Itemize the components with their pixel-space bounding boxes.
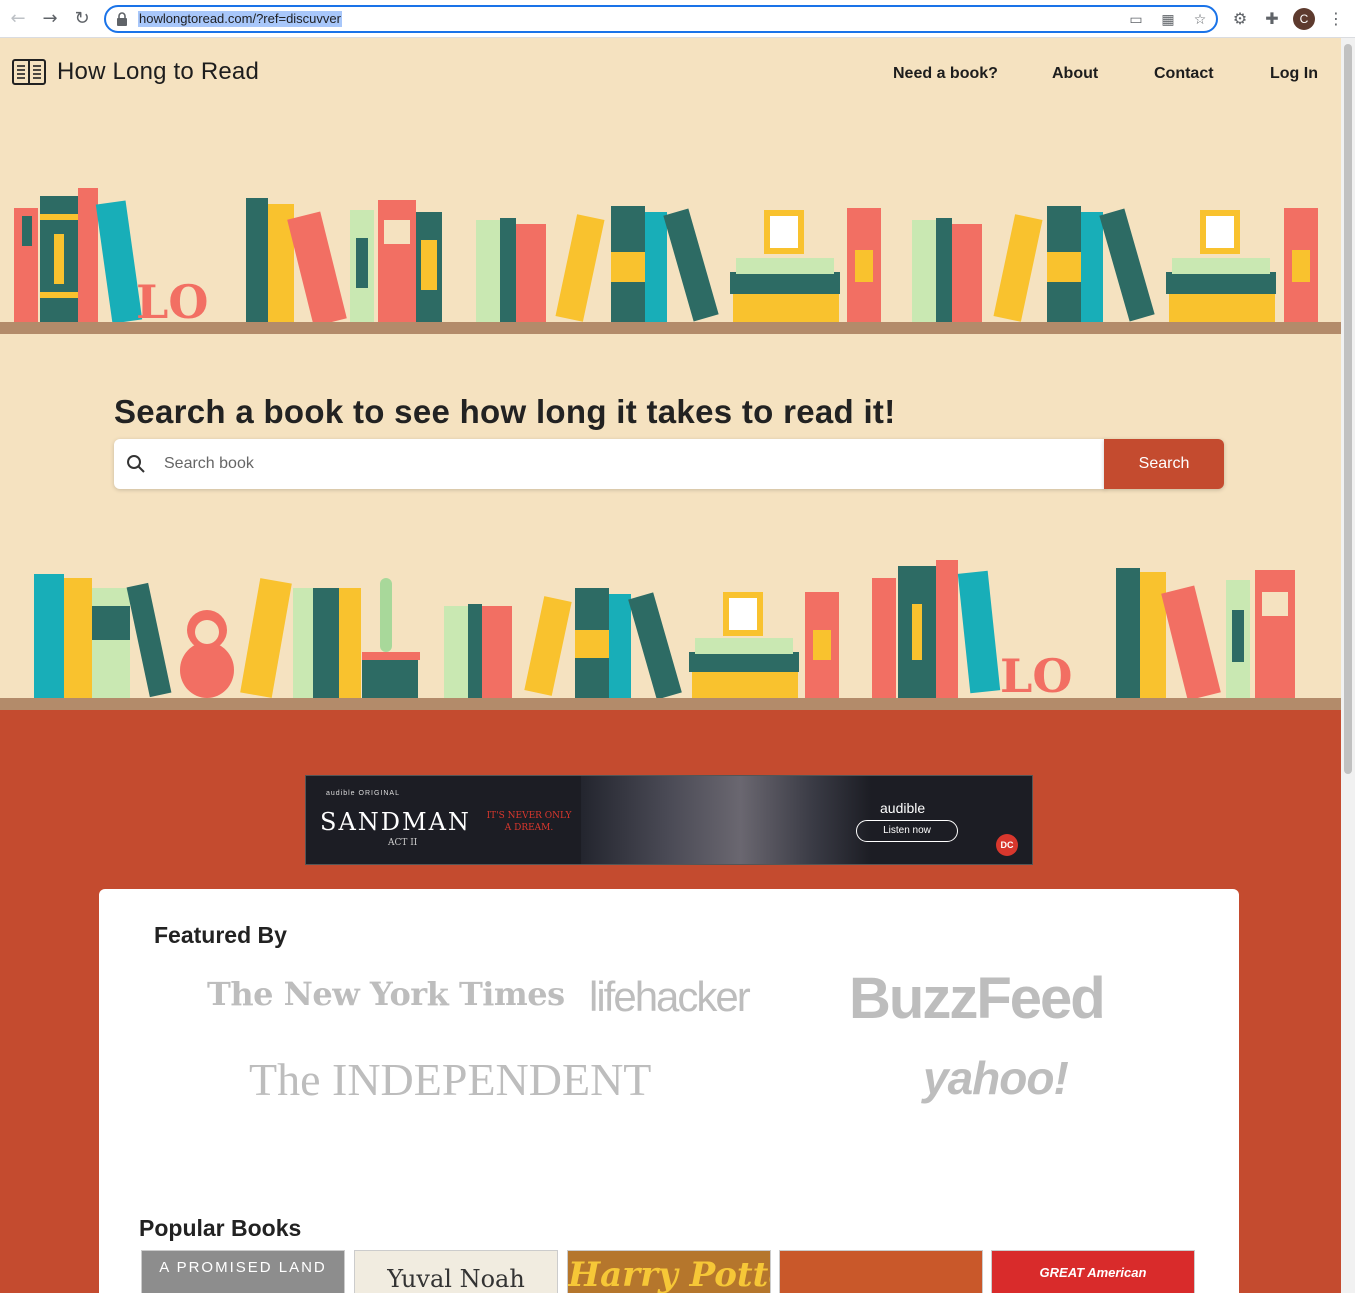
hero-section: How Long to Read Need a book? About Cont…	[0, 38, 1341, 710]
ad-subtitle: ACT II	[388, 838, 418, 848]
address-bar[interactable]: howlongtoread.com/?ref=discuvver ▭ ▦ ☆	[104, 5, 1218, 33]
nav-need-a-book[interactable]: Need a book?	[893, 65, 998, 83]
bottom-shelf-plank	[0, 698, 1341, 710]
yahoo-logo: yahoo!	[923, 1052, 1069, 1104]
hero-headline: Search a book to see how long it takes t…	[114, 393, 896, 430]
page: How Long to Read Need a book? About Cont…	[0, 38, 1341, 1293]
ad-tagline: IT'S NEVER ONLY A DREAM.	[486, 811, 572, 833]
site-brand[interactable]: How Long to Read	[57, 58, 259, 86]
featured-title: Featured By	[154, 922, 287, 948]
reload-icon[interactable]: ↻	[71, 8, 93, 30]
search-icon	[127, 455, 145, 473]
book-cover-text: GREAT American	[1039, 1265, 1147, 1280]
book-cover-4[interactable]	[779, 1250, 983, 1293]
book-group-lower-middle	[444, 588, 839, 700]
book-cover-text: Harry Potter	[568, 1255, 770, 1293]
book-group-lower-left	[34, 574, 420, 698]
ad-banner[interactable]: audible ORIGINAL SANDMAN ACT II IT'S NEV…	[305, 775, 1033, 865]
lock-icon	[117, 12, 127, 26]
puzzle-icon[interactable]: ✚	[1261, 8, 1283, 30]
extension-gear-icon[interactable]: ⚙	[1229, 8, 1251, 30]
lifehacker-logo: lifehacker	[589, 973, 751, 1020]
book-cover-text: Yuval Noah	[387, 1265, 525, 1293]
star-icon[interactable]: ☆	[1190, 10, 1210, 30]
book-cover-5[interactable]: GREAT American	[991, 1250, 1195, 1293]
content-section: audible ORIGINAL SANDMAN ACT II IT'S NEV…	[0, 710, 1341, 1293]
book-cover-3[interactable]: Harry Potter	[567, 1250, 771, 1293]
nav-about[interactable]: About	[1052, 65, 1098, 83]
buzzfeed-logo: BuzzFeed	[849, 966, 1106, 1031]
ad-listen-now-button[interactable]: Listen now	[856, 820, 958, 842]
nav-contact[interactable]: Contact	[1154, 65, 1214, 83]
nyt-logo: The New York Times	[207, 975, 565, 1013]
book-group-right	[912, 206, 1318, 322]
browser-toolbar: ← → ↻ howlongtoread.com/?ref=discuvver ▭…	[0, 0, 1355, 38]
qr-code-icon[interactable]: ▦	[1158, 10, 1178, 30]
top-bookshelf-illustration: LO	[0, 188, 1341, 334]
forward-icon[interactable]: →	[39, 8, 61, 30]
top-shelf-plank	[0, 322, 1341, 334]
dc-logo-icon: DC	[996, 834, 1018, 856]
scrollbar[interactable]	[1341, 38, 1355, 1293]
cast-icon[interactable]: ▭	[1126, 10, 1146, 30]
ad-title: SANDMAN	[320, 808, 471, 836]
scrollbar-thumb[interactable]	[1344, 44, 1352, 774]
book-cover-text: A PROMISED LAND	[159, 1259, 327, 1276]
svg-text:LO: LO	[1000, 649, 1072, 703]
popular-books-title: Popular Books	[139, 1215, 302, 1241]
independent-logo: The INDEPENDENT	[249, 1054, 652, 1105]
search-button[interactable]: Search	[1104, 439, 1224, 489]
profile-avatar[interactable]: C	[1293, 8, 1315, 30]
featured-card: Featured By The New York Times lifehacke…	[99, 889, 1239, 1293]
search-input[interactable]	[154, 439, 1094, 489]
bottom-bookshelf-illustration: LO	[0, 560, 1341, 710]
book-cover-1[interactable]: A PROMISED LAND	[141, 1250, 345, 1293]
svg-text:LO: LO	[136, 275, 208, 329]
book-logo-icon[interactable]	[12, 58, 46, 86]
book-cover-2[interactable]: Yuval Noah	[354, 1250, 558, 1293]
book-group-middle	[476, 206, 881, 322]
back-icon[interactable]: ←	[7, 8, 29, 30]
ad-artwork	[581, 776, 871, 864]
search-box	[114, 439, 1106, 489]
book-group-lower-right: LO	[872, 560, 1295, 703]
book-group-left: LO	[14, 188, 442, 329]
ad-small-label: audible ORIGINAL	[326, 790, 400, 797]
url-text[interactable]: howlongtoread.com/?ref=discuvver	[138, 11, 342, 27]
menu-kebab-icon[interactable]: ⋮	[1325, 8, 1347, 30]
ad-brand: audible	[880, 800, 926, 816]
nav-log-in[interactable]: Log In	[1270, 65, 1318, 83]
